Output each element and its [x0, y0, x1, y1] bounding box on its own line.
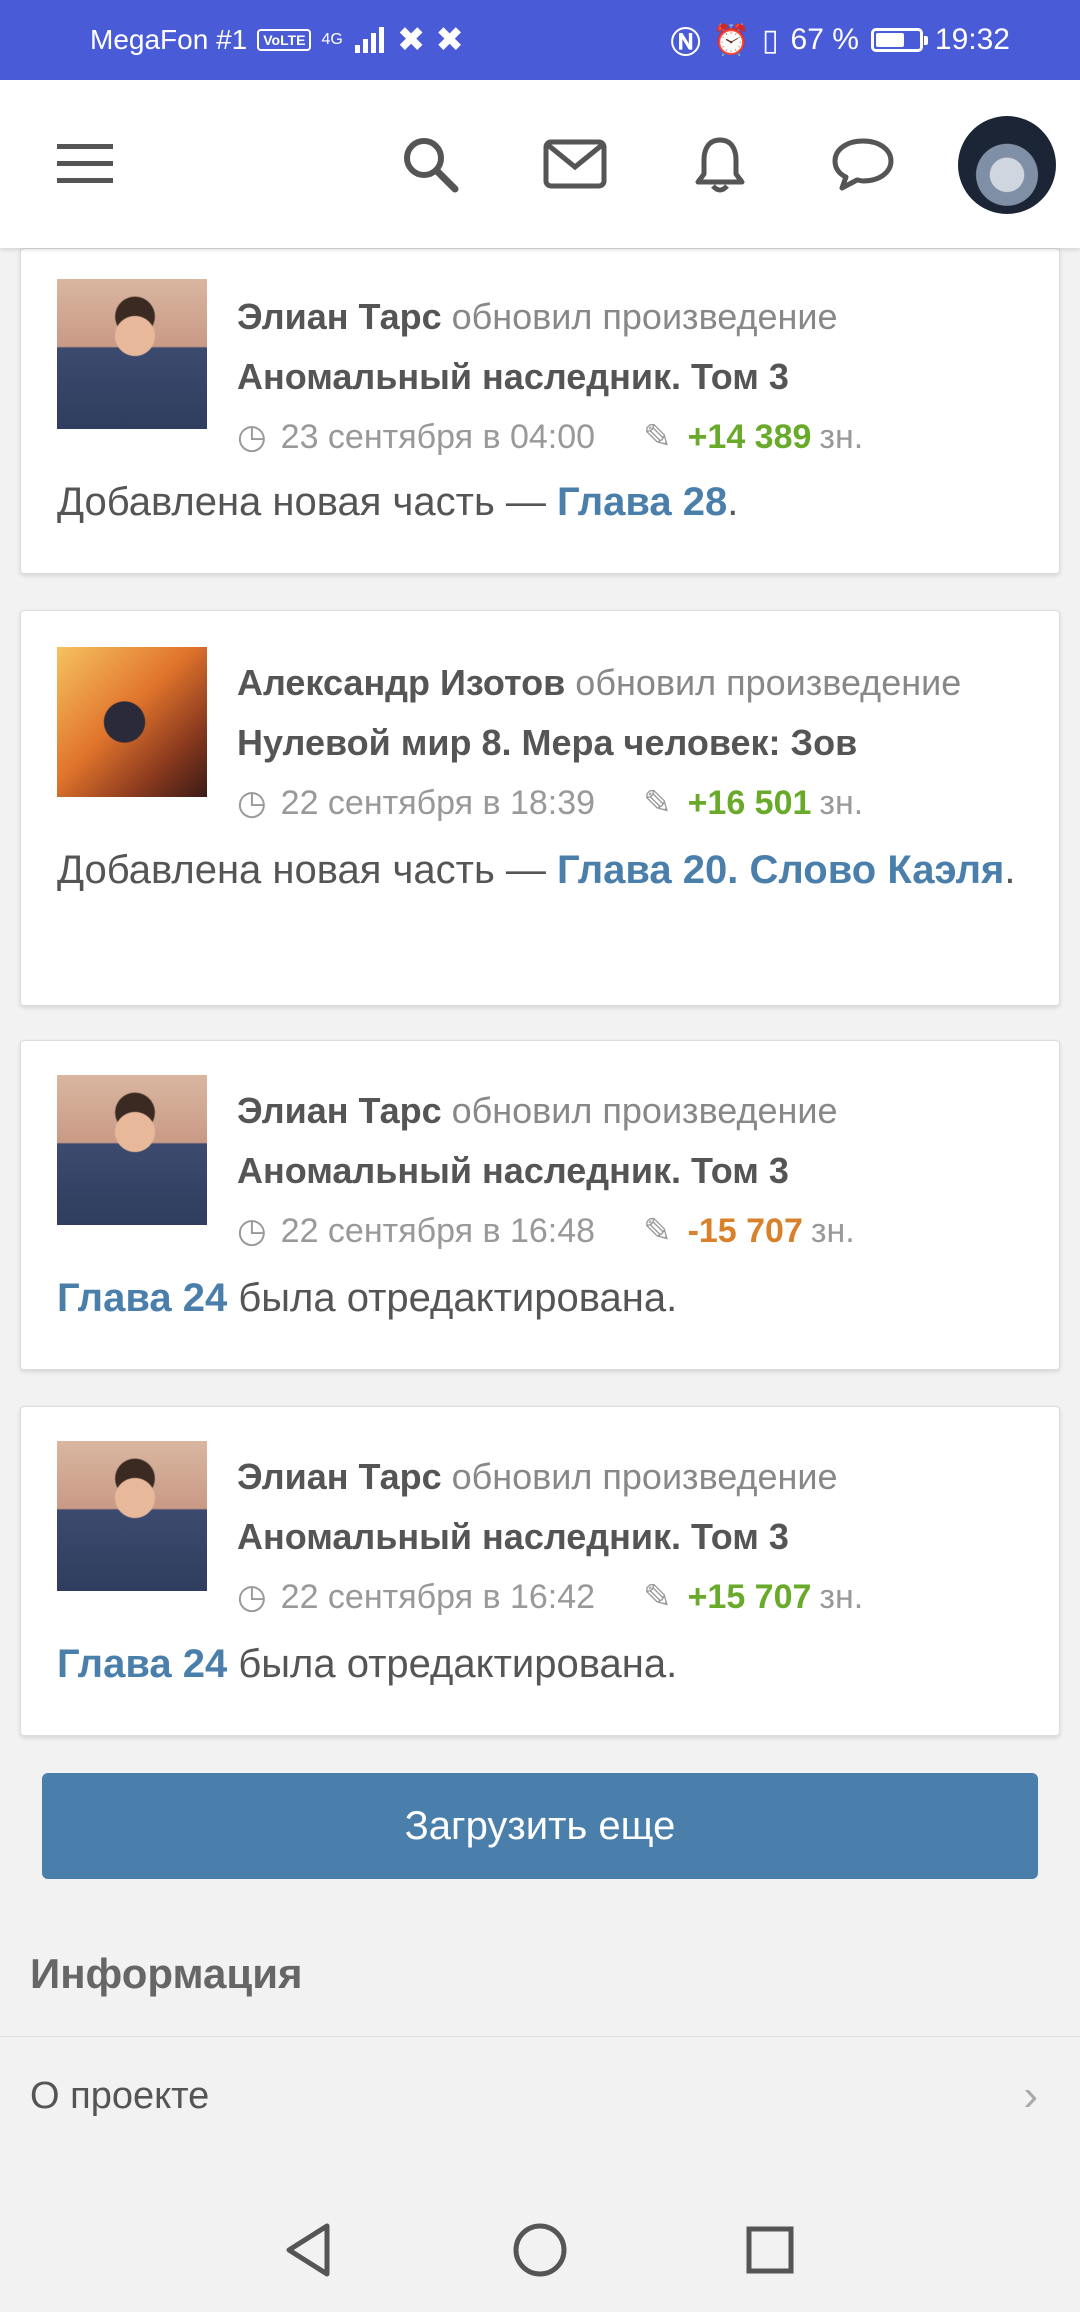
menu-button[interactable] — [30, 80, 140, 248]
action-text: обновил произведение — [451, 296, 838, 337]
info-item-label: О проекте — [30, 2074, 210, 2117]
feed-card: Элиан Тарс обновил произведение Аномальн… — [20, 1040, 1060, 1370]
char-unit: зн. — [819, 784, 864, 822]
tools-icon: ✖ — [396, 21, 426, 59]
chat-icon — [832, 138, 894, 191]
home-button[interactable] — [470, 2188, 610, 2312]
alarm-icon: ⏰ — [712, 23, 751, 57]
info-item-about[interactable]: О проекте › — [0, 2036, 1080, 2155]
back-button[interactable] — [238, 2188, 378, 2312]
menu-icon — [57, 144, 113, 183]
chapter-link[interactable]: Глава 24 — [57, 1642, 227, 1686]
author-name[interactable]: Элиан Тарс — [237, 1456, 442, 1497]
recents-button[interactable] — [700, 2188, 840, 2312]
char-unit: зн. — [819, 1578, 864, 1616]
work-title[interactable]: Аномальный наследник. Том 3 — [237, 1507, 1039, 1567]
action-text: обновил произведение — [451, 1090, 838, 1131]
system-nav-bar — [0, 2188, 1080, 2312]
update-message: Добавлена новая часть — Глава 28. — [57, 471, 1023, 533]
network-type: 4G — [321, 31, 343, 48]
status-bar: MegaFon #1 VoLTE 4G ✖ ✖ Ⓝ ⏰ ▯ 67 % 19:32 — [0, 0, 1080, 80]
clock-icon: ◷ — [237, 784, 267, 822]
info-section-title: Информация — [30, 1950, 303, 1997]
message-text: Добавлена новая часть — — [57, 848, 558, 892]
tools-icon-2: ✖ — [435, 21, 464, 59]
load-more-button[interactable]: Загрузить еще — [42, 1773, 1038, 1879]
author-avatar[interactable] — [57, 1075, 207, 1225]
mail-icon — [543, 139, 607, 189]
action-text: обновил произведение — [575, 662, 962, 703]
feed-card: Элиан Тарс обновил произведение Аномальн… — [20, 248, 1060, 574]
author-name[interactable]: Элиан Тарс — [237, 1090, 442, 1131]
chapter-link[interactable]: Глава 28 — [557, 480, 727, 524]
update-date: 23 сентября в 04:00 — [280, 418, 596, 456]
author-avatar[interactable] — [57, 279, 207, 429]
update-message: Глава 24 была отредактирована. — [57, 1633, 1023, 1695]
bell-icon — [695, 137, 745, 193]
clock: 19:32 — [934, 23, 1010, 56]
char-unit: зн. — [810, 1212, 855, 1250]
vibrate-icon: ▯ — [762, 23, 779, 57]
chat-button[interactable] — [813, 80, 913, 248]
pencil-icon: ✎ — [643, 784, 672, 822]
search-button[interactable] — [380, 80, 480, 248]
action-text: обновил произведение — [451, 1456, 838, 1497]
author-avatar[interactable] — [57, 647, 207, 797]
top-app-bar — [0, 80, 1080, 248]
work-title[interactable]: Аномальный наследник. Том 3 — [237, 347, 1039, 407]
message-suffix: . — [727, 480, 739, 524]
pencil-icon: ✎ — [643, 1578, 672, 1616]
search-icon — [404, 138, 459, 193]
battery-percent: 67 % — [790, 23, 859, 56]
update-message: Глава 24 была отредактирована. — [57, 1267, 1023, 1329]
message-suffix: . — [1004, 848, 1016, 892]
notifications-button[interactable] — [670, 80, 770, 248]
signal-icon — [354, 27, 384, 53]
author-avatar[interactable] — [57, 1441, 207, 1591]
recents-icon — [746, 2226, 794, 2274]
carrier-name: MegaFon #1 — [90, 24, 248, 55]
clock-icon: ◷ — [237, 1212, 267, 1250]
chapter-link[interactable]: Глава 20. Слово Каэля — [557, 848, 1004, 892]
message-suffix: была отредактирована. — [227, 1642, 678, 1686]
update-date: 22 сентября в 16:48 — [280, 1212, 596, 1250]
battery-icon — [870, 28, 928, 52]
pencil-icon: ✎ — [643, 418, 672, 456]
char-delta: +16 501 — [687, 784, 812, 822]
update-date: 22 сентября в 18:39 — [280, 784, 596, 822]
user-avatar[interactable] — [958, 116, 1056, 214]
feed-card: Александр Изотов обновил произведение Ну… — [20, 610, 1060, 1006]
author-name[interactable]: Александр Изотов — [237, 662, 565, 703]
messages-button[interactable] — [525, 80, 625, 248]
nfc-icon: Ⓝ — [670, 27, 701, 60]
char-delta: -15 707 — [687, 1212, 803, 1250]
message-suffix: была отредактирована. — [227, 1276, 678, 1320]
char-unit: зн. — [819, 418, 864, 456]
chapter-link[interactable]: Глава 24 — [57, 1276, 227, 1320]
char-delta: +15 707 — [687, 1578, 812, 1616]
work-title[interactable]: Аномальный наследник. Том 3 — [237, 1141, 1039, 1201]
volte-badge: VoLTE — [257, 29, 312, 51]
pencil-icon: ✎ — [643, 1212, 672, 1250]
message-text: Добавлена новая часть — — [57, 480, 558, 524]
update-date: 22 сентября в 16:42 — [280, 1578, 596, 1616]
author-name[interactable]: Элиан Тарс — [237, 296, 442, 337]
feed-card: Элиан Тарс обновил произведение Аномальн… — [20, 1406, 1060, 1736]
update-message: Добавлена новая часть — Глава 20. Слово … — [57, 839, 1023, 901]
clock-icon: ◷ — [237, 1578, 267, 1616]
char-delta: +14 389 — [687, 418, 812, 456]
home-icon — [513, 2223, 567, 2277]
clock-icon: ◷ — [237, 418, 267, 456]
chevron-right-icon: › — [1023, 2071, 1038, 2120]
work-title[interactable]: Нулевой мир 8. Мера человек: Зов — [237, 713, 1039, 773]
back-icon — [286, 2223, 330, 2277]
